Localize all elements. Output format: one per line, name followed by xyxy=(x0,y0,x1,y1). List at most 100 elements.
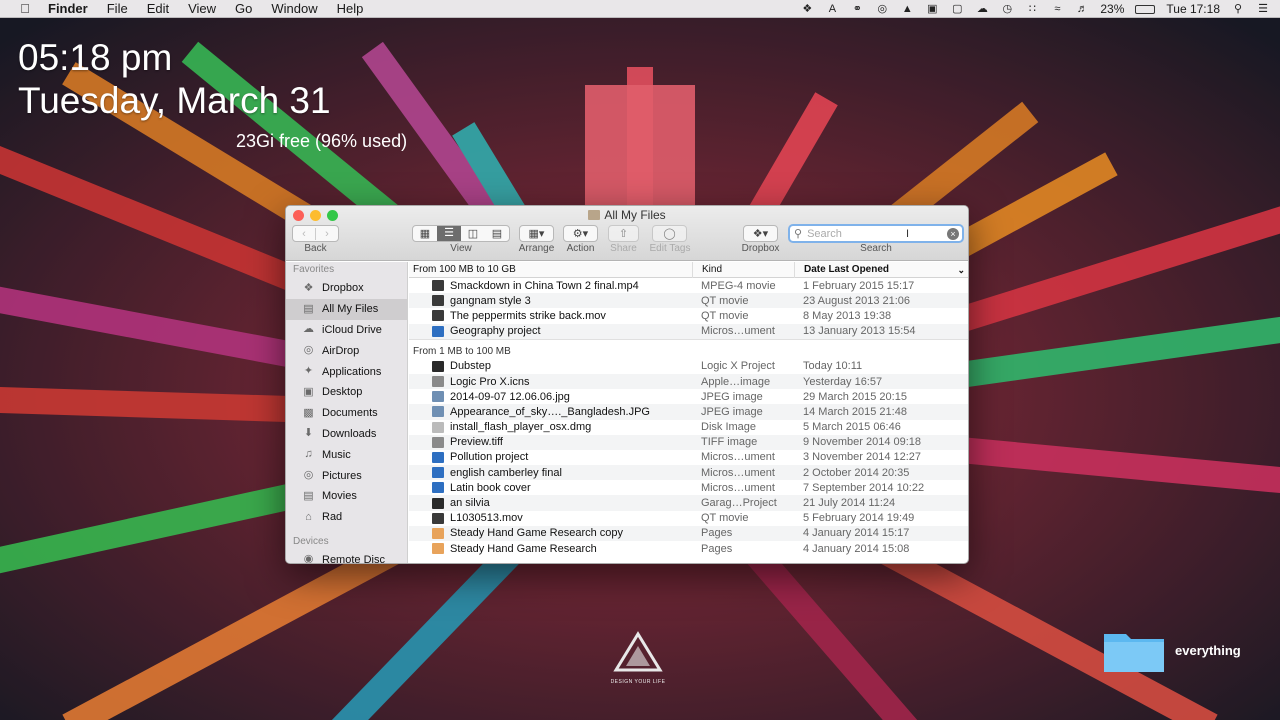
file-row[interactable]: Steady Hand Game Research copy Pages 4 Jan… xyxy=(409,525,968,541)
battery-percent[interactable]: 23% xyxy=(1100,2,1124,16)
file-row[interactable]: Pollution project Micros…ument 3 November … xyxy=(409,450,968,465)
disk-free-text: 23Gi free (96% used) xyxy=(236,131,408,151)
tag-icon: ◯ xyxy=(663,228,676,240)
file-name: Appearance_of_sky…._Bangladesh.JPG xyxy=(450,405,650,418)
column-kind-header[interactable]: Kind xyxy=(692,262,794,278)
sidebar-item-pictures[interactable]: ◎ Pictures xyxy=(286,465,407,486)
camera-icon[interactable]: ▢ xyxy=(950,3,964,15)
word-document-icon xyxy=(432,482,444,494)
sidebar-item-label: All My Files xyxy=(322,303,379,316)
creative-cloud-icon[interactable]: ⚭ xyxy=(850,3,864,15)
file-row[interactable]: an silvia Garag…Project 21 July 2014 11:24 xyxy=(409,495,968,511)
file-name: Dubstep xyxy=(450,360,491,373)
arrange-button[interactable]: ▦▾ xyxy=(519,225,554,242)
edit-tags-label: Edit Tags xyxy=(649,243,691,254)
sidebar-item-icloud-drive[interactable]: ☁ iCloud Drive xyxy=(286,320,407,341)
column-view-icon[interactable]: ◫ xyxy=(461,227,485,240)
file-kind: QT movie xyxy=(701,309,749,322)
sidebar-item-rad[interactable]: ⌂ Rad xyxy=(286,507,407,528)
file-name: english camberley final xyxy=(450,466,562,479)
spotlight-icon[interactable]: ⚲ xyxy=(1231,3,1245,15)
file-row[interactable]: Steady Hand Game Research Pages 4 January … xyxy=(409,541,968,556)
menu-edit[interactable]: Edit xyxy=(147,1,169,16)
edit-tags-button[interactable]: ◯ xyxy=(652,225,687,242)
file-kind: QT movie xyxy=(701,512,749,525)
file-kind: Apple…image xyxy=(701,375,771,388)
cloud-icon[interactable]: ☁ xyxy=(975,3,989,15)
file-row[interactable]: Appearance_of_sky…._Bangladesh.JPG JPEG i… xyxy=(409,404,968,420)
rocket-icon[interactable]: ▲ xyxy=(900,3,914,15)
forward-icon[interactable]: › xyxy=(315,227,338,240)
documents-icon: ▩ xyxy=(303,406,314,419)
sidebar-item-downloads[interactable]: ⬇ Downloads xyxy=(286,424,407,445)
time-machine-icon[interactable]: ◷ xyxy=(1000,3,1014,15)
adobe-icon[interactable]: A xyxy=(825,3,839,15)
back-icon[interactable]: ‹ xyxy=(293,228,315,240)
sidebar-item-movies[interactable]: ▤ Movies xyxy=(286,486,407,507)
notification-center-icon[interactable]: ☰ xyxy=(1256,3,1270,15)
file-date: 23 August 2013 21:06 xyxy=(803,294,911,307)
sidebar-item-music[interactable]: ♫ Music xyxy=(286,444,407,465)
file-row[interactable]: english camberley final Micros…ument 2 Oct… xyxy=(409,465,968,481)
wifi-icon[interactable]: ≈ xyxy=(1050,3,1064,15)
desktop-folder-everything[interactable] xyxy=(1102,628,1166,679)
file-row[interactable]: Geography project Micros…ument 13 January … xyxy=(409,323,968,339)
volume-icon[interactable]: ♬ xyxy=(1075,3,1089,15)
search-field[interactable]: ⚲ Search I × xyxy=(788,224,964,243)
bluetooth-icon[interactable]: ∷ xyxy=(1025,3,1039,15)
image-file-icon xyxy=(432,436,444,448)
sidebar-item-applications[interactable]: ✦ Applications xyxy=(286,361,407,382)
folder-icon xyxy=(588,210,601,220)
file-row[interactable]: Preview.tiff TIFF image 9 November 2014 09… xyxy=(409,434,968,450)
share-button[interactable]: ⇧ xyxy=(608,225,639,242)
file-name: Smackdown in China Town 2 final.mp4 xyxy=(450,279,639,292)
arrange-label: Arrange xyxy=(518,243,555,254)
screen-icon[interactable]: ▣ xyxy=(925,3,939,15)
file-row[interactable]: Latin book cover Micros…ument 7 September … xyxy=(409,480,968,495)
applications-icon: ✦ xyxy=(303,365,314,378)
sidebar-item-dropbox[interactable]: ❖ Dropbox xyxy=(286,278,407,299)
file-date: 13 January 2013 15:54 xyxy=(803,325,916,338)
image-file-icon xyxy=(432,376,444,388)
cover-flow-icon[interactable]: ▤ xyxy=(485,227,509,240)
menu-go[interactable]: Go xyxy=(235,1,252,16)
file-row[interactable]: Smackdown in China Town 2 final.mp4 MPEG-… xyxy=(409,278,968,293)
sidebar-item-remote-disc[interactable]: ◉ Remote Disc xyxy=(286,550,407,563)
sidebar-item-label: Downloads xyxy=(322,427,377,440)
file-row[interactable]: install_flash_player_osx.dmg Disk Image 5 … xyxy=(409,420,968,435)
menubar-clock[interactable]: Tue 17:18 xyxy=(1166,2,1220,16)
globe-icon[interactable]: ◎ xyxy=(875,3,889,15)
menu-view[interactable]: View xyxy=(188,1,216,16)
disk-image-icon xyxy=(432,421,444,433)
column-name-header[interactable]: From 100 MB to 10 GB xyxy=(413,262,516,278)
file-row[interactable]: L1030513.mov QT movie 5 February 2014 19:4… xyxy=(409,511,968,526)
menu-help[interactable]: Help xyxy=(337,1,364,16)
icon-view-icon[interactable]: ▦ xyxy=(413,227,437,240)
menu-finder[interactable]: Finder xyxy=(48,1,88,16)
apple-icon[interactable]:  xyxy=(18,1,32,16)
sidebar-item-all-my-files[interactable]: ▤ All My Files xyxy=(286,298,407,320)
list-view-icon[interactable]: ☰ xyxy=(437,226,461,241)
dropbox-button[interactable]: ❖▾ xyxy=(743,225,778,242)
camera-icon: ◎ xyxy=(303,469,314,482)
triangle-logo-icon xyxy=(613,631,663,672)
file-row[interactable]: Logic Pro X.icns Apple…image Yesterday 16:… xyxy=(409,373,968,390)
file-row[interactable]: The peppermits strike back.mov QT movie 8 … xyxy=(409,308,968,323)
menu-window[interactable]: Window xyxy=(271,1,317,16)
clear-search-icon[interactable]: × xyxy=(947,227,959,240)
dropbox-icon[interactable]: ❖ xyxy=(800,3,814,15)
menu-file[interactable]: File xyxy=(107,1,128,16)
file-row[interactable]: 2014-09-07 12.06.06.jpg JPEG image 29 Marc… xyxy=(409,389,968,404)
sidebar-item-documents[interactable]: ▩ Documents xyxy=(286,403,407,424)
column-date-header[interactable]: Date Last Opened ⌄ xyxy=(794,262,968,278)
file-row[interactable]: Dubstep Logic X Project Today 10:11 xyxy=(409,359,968,374)
file-kind: Micros…ument xyxy=(701,451,775,464)
file-row[interactable]: gangnam style 3 QT movie 23 August 2013 21… xyxy=(409,293,968,309)
sidebar-item-desktop[interactable]: ▣ Desktop xyxy=(286,382,407,403)
share-label: Share xyxy=(610,243,637,254)
desktop-clock-date: Tuesday, March 31 xyxy=(18,80,331,121)
battery-icon[interactable] xyxy=(1135,4,1156,14)
desktop-folder-label[interactable]: everything xyxy=(1175,643,1241,658)
sidebar-item-airdrop[interactable]: ◎ AirDrop xyxy=(286,340,407,361)
action-button[interactable]: ⚙▾ xyxy=(563,225,598,242)
